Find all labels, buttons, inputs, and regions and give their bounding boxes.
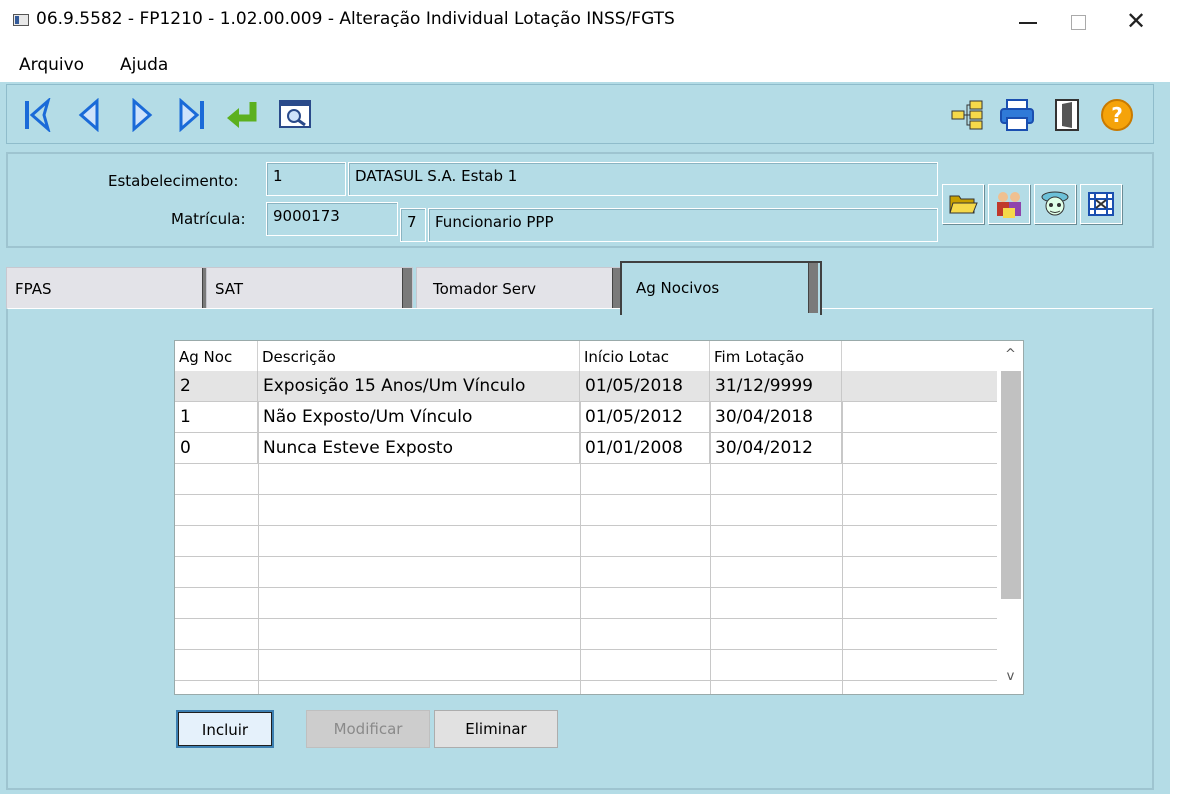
person-button[interactable] <box>1034 184 1076 224</box>
ag-nocivos-grid[interactable]: Ag Noc Descrição Início Lotac Fim Lotaçã… <box>174 340 1024 695</box>
cell-inicio-lotac: 01/05/2012 <box>580 402 710 433</box>
search-icon <box>279 100 311 128</box>
cell-inicio-lotac: 01/05/2018 <box>580 371 710 402</box>
last-record-icon <box>179 98 204 132</box>
table-row[interactable]: 2 Exposição 15 Anos/Um Vínculo 01/05/201… <box>175 371 997 402</box>
menu-arquivo[interactable]: Arquivo <box>19 55 84 75</box>
film-button[interactable] <box>1080 184 1122 224</box>
client-area: ? Estabelecimento: 1 DATASUL S.A. Estab … <box>0 82 1170 794</box>
maximize-button[interactable] <box>1048 2 1108 40</box>
people-button[interactable] <box>988 184 1030 224</box>
previous-record-icon <box>78 98 99 132</box>
next-record-button[interactable] <box>122 95 162 135</box>
cell-fim-lotacao: 30/04/2018 <box>710 402 842 433</box>
print-button[interactable] <box>997 95 1037 135</box>
first-record-icon <box>25 98 51 132</box>
exit-button[interactable] <box>1047 95 1087 135</box>
table-row[interactable]: 1 Não Exposto/Um Vínculo 01/05/2012 30/0… <box>175 402 997 433</box>
tab-edge <box>402 268 412 312</box>
cell-ag-noc: 0 <box>175 433 258 464</box>
people-icon <box>997 192 1021 218</box>
menu-ajuda[interactable]: Ajuda <box>120 55 168 75</box>
close-button[interactable]: ✕ <box>1106 2 1166 40</box>
exit-icon <box>1055 99 1079 131</box>
app-icon[interactable] <box>13 14 29 26</box>
scroll-down-arrow[interactable]: v <box>997 669 1023 691</box>
estabelecimento-name-field: DATASUL S.A. Estab 1 <box>348 162 938 196</box>
tree-icon <box>951 100 983 130</box>
goto-icon <box>227 102 257 128</box>
tab-sat[interactable]: SAT <box>206 267 413 313</box>
grid-scrollbar[interactable]: ^ v <box>997 341 1023 694</box>
help-icon: ? <box>1101 99 1133 131</box>
tab-ag-nocivos-label: Ag Nocivos <box>636 279 720 297</box>
incluir-button[interactable]: Incluir <box>176 710 274 748</box>
search-button[interactable] <box>275 95 315 135</box>
last-record-button[interactable] <box>172 95 212 135</box>
eliminar-button[interactable]: Eliminar <box>434 710 558 748</box>
tree-button[interactable] <box>947 95 987 135</box>
header-panel: Estabelecimento: 1 DATASUL S.A. Estab 1 … <box>6 152 1154 248</box>
help-button[interactable]: ? <box>1097 95 1137 135</box>
tab-tomador-serv[interactable]: Tomador Serv <box>416 267 623 313</box>
first-record-button[interactable] <box>17 95 57 135</box>
previous-record-button[interactable] <box>69 95 109 135</box>
empty-row <box>175 619 997 650</box>
toolbar: ? <box>6 84 1154 144</box>
cell-descricao: Não Exposto/Um Vínculo <box>258 402 580 433</box>
folder-icon <box>949 195 978 214</box>
empty-row <box>175 464 997 495</box>
cell-ag-noc: 1 <box>175 402 258 433</box>
empty-row <box>175 650 997 681</box>
empty-row <box>175 495 997 526</box>
tab-fpas-label: FPAS <box>15 280 52 298</box>
print-icon <box>1000 99 1034 131</box>
menu-bar: Arquivo Ajuda <box>0 52 1180 82</box>
matricula-label: Matrícula: <box>171 210 246 228</box>
maximize-icon <box>1070 15 1086 30</box>
matricula-field[interactable]: 9000173 <box>266 202 398 236</box>
modificar-button[interactable]: Modificar <box>306 710 430 748</box>
column-header-ag-noc[interactable]: Ag Noc <box>175 341 258 371</box>
cell-descricao: Nunca Esteve Exposto <box>258 433 580 464</box>
cell-fim-lotacao: 31/12/9999 <box>710 371 842 402</box>
next-record-icon <box>132 98 153 132</box>
cell-ag-noc: 2 <box>175 371 258 402</box>
estabelecimento-label: Estabelecimento: <box>108 172 239 190</box>
scrollbar-thumb[interactable] <box>1001 371 1021 599</box>
tab-tomador-serv-label: Tomador Serv <box>433 280 537 298</box>
empty-row <box>175 588 997 619</box>
estabelecimento-code-field[interactable]: 1 <box>266 162 346 196</box>
funcionario-name-field: Funcionario PPP <box>428 208 938 242</box>
tab-fpas[interactable]: FPAS <box>6 267 213 313</box>
open-folder-button[interactable] <box>942 184 984 224</box>
tab-ag-nocivos[interactable]: Ag Nocivos <box>620 261 822 315</box>
tab-sat-label: SAT <box>215 280 244 298</box>
svg-text:?: ? <box>1111 103 1123 127</box>
goto-button[interactable] <box>223 95 263 135</box>
person-icon <box>1041 191 1069 216</box>
column-header-descricao[interactable]: Descrição <box>258 341 580 371</box>
cell-inicio-lotac: 01/01/2008 <box>580 433 710 464</box>
cell-descricao: Exposição 15 Anos/Um Vínculo <box>258 371 580 402</box>
window-title: 06.9.5582 - FP1210 - 1.02.00.009 - Alter… <box>36 9 675 29</box>
scroll-up-arrow[interactable]: ^ <box>997 347 1023 369</box>
film-icon <box>1088 192 1114 216</box>
table-row[interactable]: 0 Nunca Esteve Exposto 01/01/2008 30/04/… <box>175 433 997 464</box>
column-header-fim-lotacao[interactable]: Fim Lotação <box>710 341 842 371</box>
empty-row <box>175 526 997 557</box>
matricula-digit-field: 7 <box>400 208 426 242</box>
minimize-icon <box>1019 21 1037 24</box>
empty-row <box>175 557 997 588</box>
title-bar: 06.9.5582 - FP1210 - 1.02.00.009 - Alter… <box>0 0 1180 42</box>
close-icon: ✕ <box>1125 7 1147 35</box>
cell-fim-lotacao: 30/04/2012 <box>710 433 842 464</box>
tab-edge <box>808 263 818 313</box>
column-header-inicio-lotac[interactable]: Início Lotac <box>580 341 710 371</box>
